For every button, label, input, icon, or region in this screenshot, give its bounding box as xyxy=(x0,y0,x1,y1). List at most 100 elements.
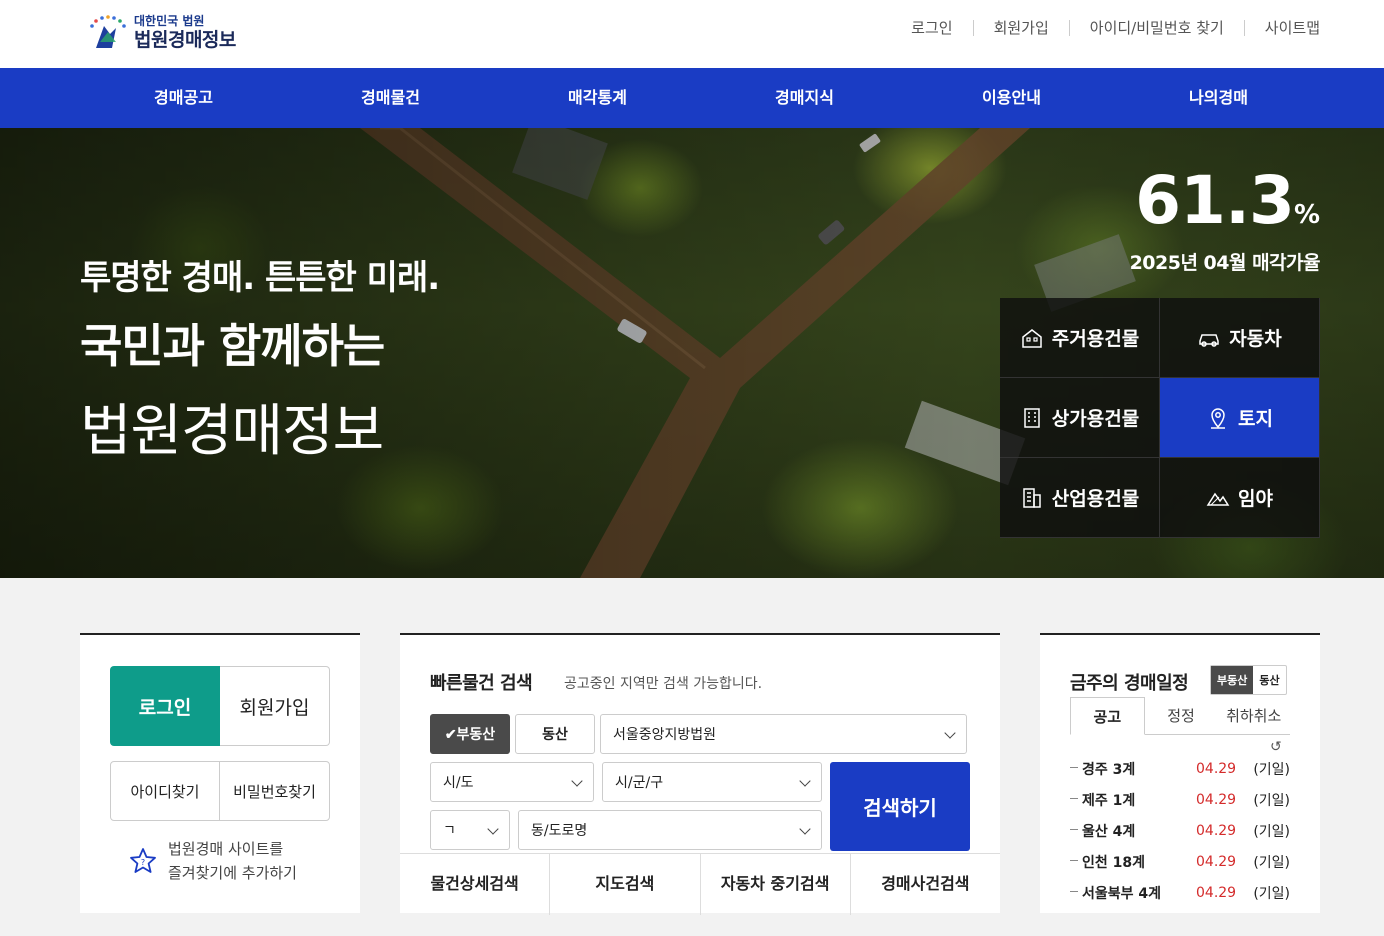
dong-select-value: 동/도로명 xyxy=(531,823,588,839)
category-commercial[interactable]: 상가용건물 xyxy=(1000,378,1160,458)
category-label: 자동차 xyxy=(1229,328,1282,350)
schedule-court: 경주 3계 xyxy=(1070,759,1196,779)
auction-schedule-panel: 금주의 경매일정 부동산 동산 공고 정정 취하취소 ↺ 경주 3계 04.29… xyxy=(1040,633,1320,913)
chevron-down-icon xyxy=(944,727,956,739)
sido-select-value: 시/도 xyxy=(443,775,474,791)
schedule-status: (기일) xyxy=(1253,854,1290,871)
tab-case-search[interactable]: 경매사건검색 xyxy=(849,854,1000,915)
schedule-court: 서울북부 4계 xyxy=(1070,883,1196,903)
court-select[interactable]: 서울중앙지방법원 xyxy=(600,714,967,754)
quick-search-subtitle: 공고중인 지역만 검색 가능합니다. xyxy=(564,676,763,692)
category-label: 토지 xyxy=(1238,408,1273,430)
schedule-status: (기일) xyxy=(1253,761,1290,778)
find-id-button[interactable]: 아이디찾기 xyxy=(110,761,220,821)
tab-withdrawal[interactable]: 취하취소 xyxy=(1217,697,1290,734)
schedule-status: (기일) xyxy=(1253,885,1290,902)
toggle-movable-property[interactable]: 동산 xyxy=(515,714,595,754)
schedule-court: 울산 4계 xyxy=(1070,821,1196,841)
add-bookmark-link[interactable]: ? 법원경매 사이트를 즐겨찾기에 추가하기 xyxy=(128,837,297,885)
site-header: 대한민국 법원 법원경매정보 로그인 회원가입 아이디/비밀번호 찾기 사이트맵 xyxy=(0,0,1384,68)
category-industrial[interactable]: 산업용건물 xyxy=(1000,458,1160,538)
tab-correction[interactable]: 정정 xyxy=(1145,697,1218,734)
login-panel: 로그인 회원가입 아이디찾기 비밀번호찾기 ? 법원경매 사이트를 즐겨찾기에 … xyxy=(80,633,360,913)
court-logo[interactable]: 대한민국 법원 법원경매정보 xyxy=(86,10,256,54)
category-label: 주거용건물 xyxy=(1051,328,1140,350)
chevron-down-icon xyxy=(799,823,811,835)
building-icon xyxy=(1024,407,1040,428)
search-button[interactable]: 검색하기 xyxy=(830,762,970,851)
car-icon xyxy=(1199,333,1220,347)
schedule-date: 04.29 xyxy=(1196,791,1237,808)
login-button[interactable]: 로그인 xyxy=(110,666,220,746)
toggle-real-estate[interactable]: ✔부동산 xyxy=(430,714,510,754)
hero-service-name: 법원경매정보 xyxy=(80,399,384,464)
factory-icon xyxy=(1023,487,1041,508)
util-sitemap-link[interactable]: 사이트맵 xyxy=(1243,20,1320,36)
sale-rate-unit: % xyxy=(1293,200,1320,230)
nav-item-notice[interactable]: 경매공고 xyxy=(80,68,287,128)
nav-item-my-auction[interactable]: 나의경매 xyxy=(1115,68,1322,128)
find-password-button[interactable]: 비밀번호찾기 xyxy=(219,761,330,821)
schedule-toggle-movable[interactable]: 동산 xyxy=(1253,666,1285,694)
category-label: 임야 xyxy=(1238,488,1273,510)
util-join-link[interactable]: 회원가입 xyxy=(972,20,1069,36)
tab-notice[interactable]: 공고 xyxy=(1070,697,1145,735)
main-nav: 경매공고 경매물건 매각통계 경매지식 이용안내 나의경매 xyxy=(0,68,1384,128)
category-land[interactable]: 토지 xyxy=(1160,378,1320,458)
court-select-value: 서울중앙지방법원 xyxy=(613,727,717,743)
chevron-down-icon xyxy=(571,775,583,787)
map-pin-icon xyxy=(1211,407,1226,429)
schedule-date: 04.29 xyxy=(1196,760,1237,777)
schedule-date: 04.29 xyxy=(1196,853,1237,870)
star-icon: ? xyxy=(130,848,156,873)
nav-item-knowledge[interactable]: 경매지식 xyxy=(701,68,908,128)
list-item[interactable]: 경주 3계 04.29 (기일) xyxy=(1070,753,1290,784)
quick-search-panel: 빠른물건 검색 공고중인 지역만 검색 가능합니다. ✔부동산 동산 서울중앙지… xyxy=(400,633,1000,915)
initial-consonant-select[interactable]: ㄱ xyxy=(430,810,510,850)
join-button[interactable]: 회원가입 xyxy=(220,666,330,746)
house-icon xyxy=(1022,328,1042,348)
sido-select[interactable]: 시/도 xyxy=(430,762,594,802)
bookmark-text-line1: 법원경매 사이트를 xyxy=(168,840,284,858)
category-car[interactable]: 자동차 xyxy=(1160,298,1320,378)
tab-vehicle-search[interactable]: 자동차 중기검색 xyxy=(699,854,850,915)
svg-text:?: ? xyxy=(141,858,145,867)
chevron-down-icon xyxy=(799,775,811,787)
category-grid: 주거용건물 자동차 상가용건물 토지 산업용건물 임야 xyxy=(1000,298,1320,538)
initial-select-value: ㄱ xyxy=(443,823,456,839)
nav-item-guide[interactable]: 이용안내 xyxy=(908,68,1115,128)
nav-item-items[interactable]: 경매물건 xyxy=(287,68,494,128)
schedule-list: 경주 3계 04.29 (기일) 제주 1계 04.29 (기일) 울산 4계 … xyxy=(1070,753,1290,908)
sigungu-select-value: 시/군/구 xyxy=(615,775,664,791)
quick-search-title: 빠른물건 검색 xyxy=(430,673,533,694)
sale-rate-label: 2025년 04월 매각가율 xyxy=(1129,252,1321,274)
search-type-tabs: 물건상세검색 지도검색 자동차 중기검색 경매사건검색 xyxy=(400,853,1000,915)
hero-tagline: 투명한 경매. 튼튼한 미래. xyxy=(80,258,440,298)
list-item[interactable]: 제주 1계 04.29 (기일) xyxy=(1070,784,1290,815)
util-find-account-link[interactable]: 아이디/비밀번호 찾기 xyxy=(1068,20,1244,36)
dong-road-select[interactable]: 동/도로명 xyxy=(518,810,822,850)
tab-map-search[interactable]: 지도검색 xyxy=(549,854,699,915)
category-residential[interactable]: 주거용건물 xyxy=(1000,298,1160,378)
schedule-date: 04.29 xyxy=(1196,884,1237,901)
schedule-type-toggle: 부동산 동산 xyxy=(1210,665,1287,695)
chevron-down-icon xyxy=(487,823,499,835)
list-item[interactable]: 울산 4계 04.29 (기일) xyxy=(1070,815,1290,846)
util-login-link[interactable]: 로그인 xyxy=(891,20,972,36)
court-emblem-icon xyxy=(86,12,130,52)
hero-headline: 국민과 함께하는 xyxy=(80,319,385,373)
list-item[interactable]: 서울북부 4계 04.29 (기일) xyxy=(1070,877,1290,908)
mountain-icon xyxy=(1206,492,1230,506)
schedule-toggle-real-estate[interactable]: 부동산 xyxy=(1211,666,1254,694)
schedule-title: 금주의 경매일정 xyxy=(1070,673,1189,694)
sigungu-select[interactable]: 시/군/구 xyxy=(602,762,822,802)
category-forest[interactable]: 임야 xyxy=(1160,458,1320,538)
schedule-status: (기일) xyxy=(1253,823,1290,840)
schedule-date: 04.29 xyxy=(1196,822,1237,839)
schedule-court: 제주 1계 xyxy=(1070,790,1196,810)
list-item[interactable]: 인천 18계 04.29 (기일) xyxy=(1070,846,1290,877)
logo-title: 법원경매정보 xyxy=(134,28,236,51)
tab-detail-search[interactable]: 물건상세검색 xyxy=(400,854,549,915)
utility-menu: 로그인 회원가입 아이디/비밀번호 찾기 사이트맵 xyxy=(891,20,1320,36)
nav-item-statistics[interactable]: 매각통계 xyxy=(494,68,701,128)
